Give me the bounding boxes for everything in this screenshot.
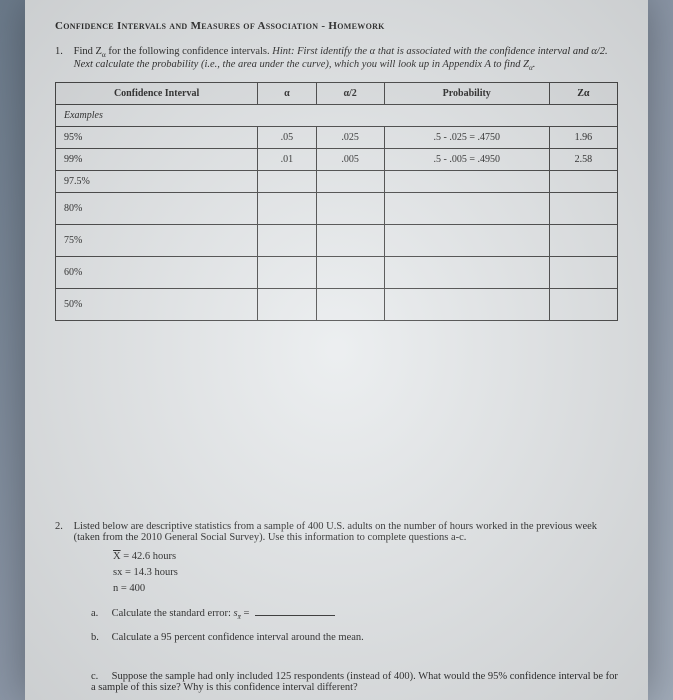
page-title: Confidence Intervals and Measures of Ass… bbox=[55, 20, 618, 32]
blank-line bbox=[255, 615, 335, 616]
homework-page: Confidence Intervals and Measures of Ass… bbox=[25, 0, 648, 700]
stat-xbar: X = 42.6 hours bbox=[113, 549, 618, 565]
confidence-table: Confidence Interval α α/2 Probability Zα… bbox=[55, 82, 618, 321]
table-row: 99% .01 .005 .5 - .005 = .4950 2.58 bbox=[56, 149, 618, 171]
q2b: b. Calculate a 95 percent confidence int… bbox=[91, 632, 618, 643]
table-row: 95% .05 .025 .5 - .025 = .4750 1.96 bbox=[56, 127, 618, 149]
th-alpha: α bbox=[258, 83, 316, 105]
th-ci: Confidence Interval bbox=[56, 83, 258, 105]
th-prob: Probability bbox=[384, 83, 549, 105]
examples-label: Examples bbox=[56, 105, 618, 127]
q1-lead: Find Z bbox=[74, 46, 102, 57]
q2-number: 2. bbox=[55, 521, 71, 532]
th-alpha2: α/2 bbox=[316, 83, 384, 105]
q1-lead2: for the following confidence intervals. bbox=[106, 46, 273, 57]
table-row: 80% bbox=[56, 193, 618, 225]
q2c: c. Suppose the sample had only included … bbox=[91, 671, 618, 693]
table-row: 60% bbox=[56, 257, 618, 289]
table-header-row: Confidence Interval α α/2 Probability Zα bbox=[56, 83, 618, 105]
examples-row: Examples bbox=[56, 105, 618, 127]
table-row: 97.5% bbox=[56, 171, 618, 193]
question-2: 2. Listed below are descriptive statisti… bbox=[55, 521, 618, 692]
q2a: a. Calculate the standard error: sx̄ = bbox=[91, 608, 618, 621]
question-1: 1. Find Zα for the following confidence … bbox=[55, 46, 618, 321]
stat-sx: sx = 14.3 hours bbox=[113, 565, 618, 581]
q1-number: 1. bbox=[55, 46, 71, 57]
th-z: Zα bbox=[549, 83, 617, 105]
stat-n: n = 400 bbox=[113, 581, 618, 597]
q2-stats: X = 42.6 hours sx = 14.3 hours n = 400 bbox=[73, 549, 618, 596]
table-row: 75% bbox=[56, 225, 618, 257]
table-row: 50% bbox=[56, 289, 618, 321]
q1-text: Find Zα for the following confidence int… bbox=[74, 46, 615, 72]
q2-text: Listed below are descriptive statistics … bbox=[74, 521, 615, 543]
